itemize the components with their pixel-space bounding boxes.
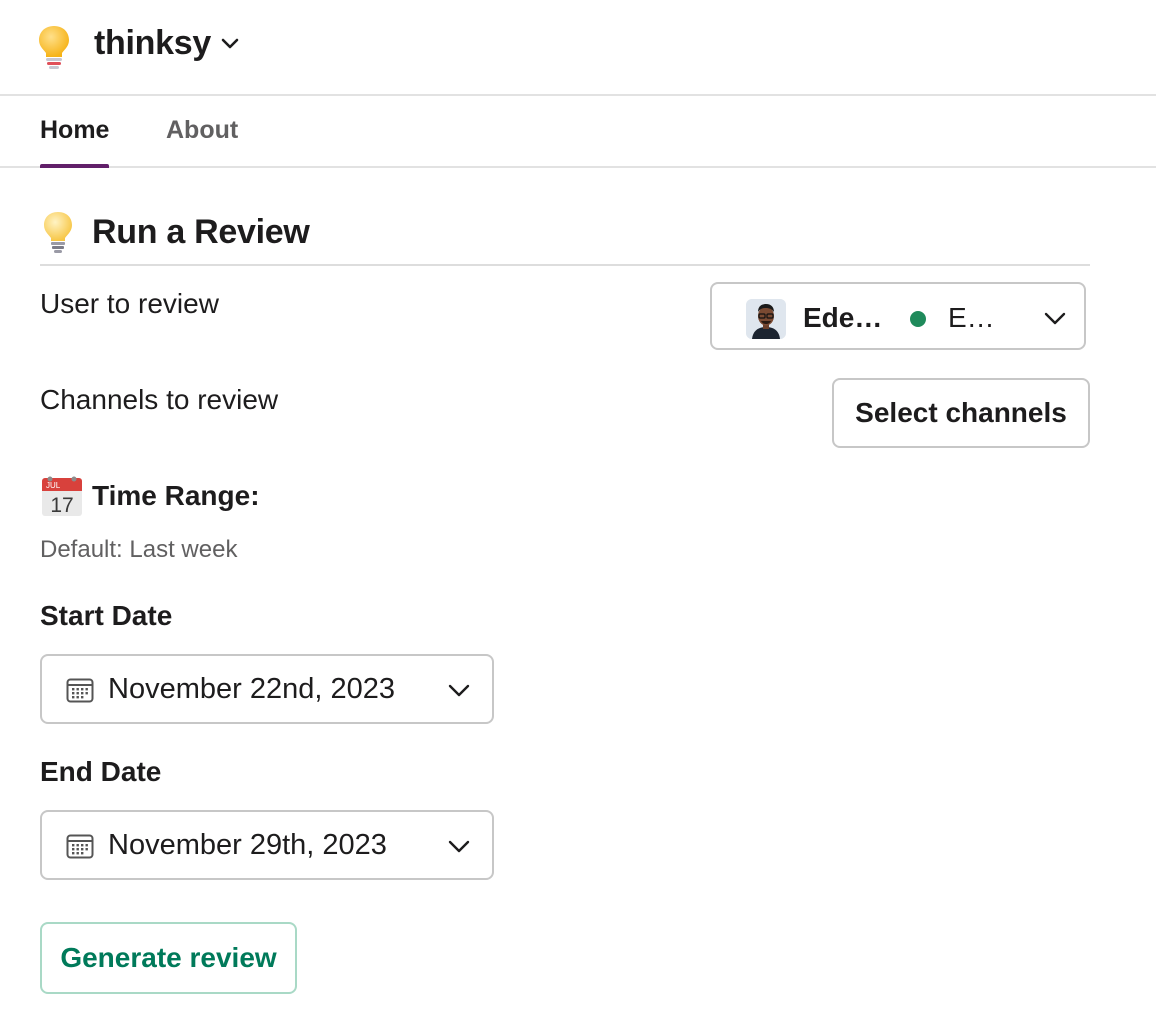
end-date-picker[interactable]: November 29th, 2023 [40,810,494,880]
chevron-down-icon [221,38,239,48]
calendar-icon [66,678,94,703]
section-title: Run a Review [92,212,310,251]
calendar-icon [66,834,94,859]
tab-home-label: Home [40,116,110,144]
lightbulb-icon [39,26,69,69]
app-name: thinksy [94,24,211,62]
start-date-value: November 22nd, 2023 [108,673,395,705]
svg-text:JUL: JUL [46,481,61,490]
active-tab-indicator [40,164,110,168]
time-range-title: Time Range: [92,480,260,511]
presence-indicator [910,311,926,327]
chevron-down-icon [448,840,470,853]
chevron-down-icon [448,684,470,697]
section-heading: Run a Review [40,210,310,254]
user-select[interactable]: Ede… E… [710,282,1086,350]
tab-bar: Home About [0,96,1156,168]
tab-about[interactable]: About [166,116,238,145]
time-range-heading: JUL 17 Time Range: [40,474,260,518]
calendar-emoji-icon: JUL 17 [42,476,82,517]
end-date-value: November 29th, 2023 [108,829,387,861]
time-range-default-hint: Default: Last week [40,536,238,563]
tab-home[interactable]: Home [40,116,110,168]
generate-review-button[interactable]: Generate review [40,922,297,994]
workspace-app-menu[interactable]: thinksy [94,24,239,63]
svg-text:17: 17 [50,494,73,517]
user-status: E… [948,302,995,333]
start-date-picker[interactable]: November 22nd, 2023 [40,654,494,724]
chevron-down-icon [1044,312,1066,325]
user-to-review-label: User to review [40,288,219,319]
tab-about-label: About [166,116,239,144]
end-date-label: End Date [40,756,162,787]
select-channels-button[interactable]: Select channels [832,378,1090,448]
divider [40,264,1090,266]
app-header: thinksy [0,0,1156,96]
channels-to-review-label: Channels to review [40,384,279,415]
lightbulb-icon [44,212,72,253]
user-name: Ede… [803,302,883,333]
start-date-label: Start Date [40,600,173,631]
avatar [746,299,786,339]
